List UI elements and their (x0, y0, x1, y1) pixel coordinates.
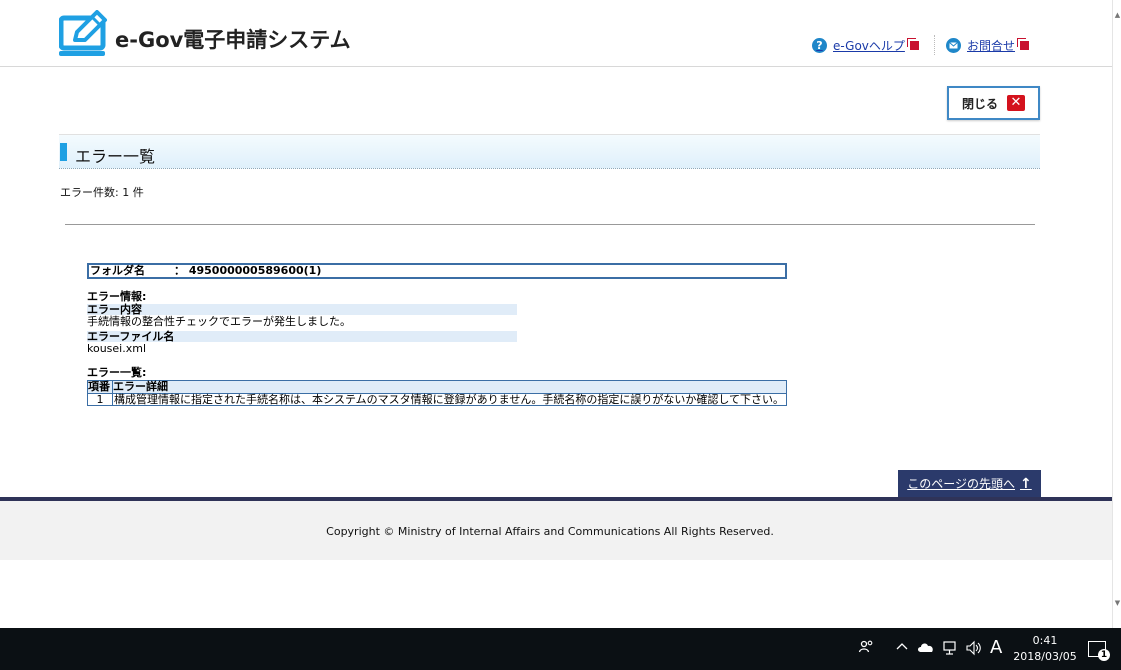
external-link-icon (909, 41, 919, 50)
help-link-label: e-Govヘルプ (833, 39, 905, 53)
error-content-text: 手続情報の整合性チェックでエラーが発生しました。 (87, 315, 351, 328)
arrow-up-icon: ↑ (1020, 475, 1032, 492)
contact-link[interactable]: お問合せ (946, 37, 1030, 54)
clock-date: 2018/03/05 (1013, 650, 1077, 663)
close-x-icon: ✕ (1007, 95, 1025, 111)
taskbar: A 0:41 2018/03/05 1 (0, 628, 1121, 670)
volume-icon[interactable] (965, 640, 983, 660)
header-divider (934, 35, 936, 55)
folder-label: フォルダ名 (90, 264, 145, 277)
vertical-scrollbar[interactable]: ▲ ▼ (1112, 0, 1121, 628)
site-header: e-Gov電子申請システム ? e-Govヘルプ お問合せ (0, 0, 1112, 67)
help-link[interactable]: ? e-Govヘルプ (812, 37, 919, 54)
chevron-up-icon[interactable] (896, 639, 908, 657)
ime-indicator[interactable]: A (990, 637, 1002, 658)
error-info-heading: エラー情報: (87, 290, 147, 303)
mail-icon (946, 38, 961, 53)
title-marker (60, 143, 67, 161)
help-icon: ? (812, 38, 827, 53)
network-icon[interactable] (942, 640, 958, 660)
footer: Copyright © Ministry of Internal Affairs… (0, 501, 1112, 560)
table-header-row: 項番 エラー詳細 (87, 380, 787, 394)
page-top-label: このページの先頭へ (907, 477, 1016, 491)
notification-icon[interactable]: 1 (1088, 641, 1110, 661)
clock-time: 0:41 (1032, 634, 1058, 647)
system-clock[interactable]: 0:41 2018/03/05 (1010, 633, 1080, 665)
page-title-bar: エラー一覧 (59, 134, 1040, 169)
error-content-label: エラー内容 (87, 304, 517, 315)
page-top-link[interactable]: このページの先頭へ ↑ (898, 470, 1041, 497)
close-button-label: 閉じる (961, 96, 998, 111)
error-table: 項番 エラー詳細 1 構成管理情報に指定された手続名称は、本システムのマスタ情報… (87, 380, 787, 406)
table-row: 1 構成管理情報に指定された手続名称は、本システムのマスタ情報に登録がありません… (87, 393, 787, 406)
page-title: エラー一覧 (75, 147, 156, 166)
column-header: 項番 (87, 380, 113, 394)
browser-page: e-Gov電子申請システム ? e-Govヘルプ お問合せ 閉じる ✕ エラー一… (0, 0, 1112, 628)
app-title: e-Gov電子申請システム (115, 28, 351, 52)
scroll-down-icon[interactable]: ▼ (1113, 598, 1121, 608)
people-icon[interactable] (858, 639, 874, 659)
row-detail: 構成管理情報に指定された手続名称は、本システムのマスタ情報に登録がありません。手… (112, 393, 787, 406)
scroll-up-icon[interactable]: ▲ (1113, 10, 1121, 20)
external-link-icon (1020, 41, 1030, 50)
divider (65, 224, 1035, 225)
folder-value: ： 495000000589600(1) (174, 264, 322, 277)
error-file-text: kousei.xml (87, 342, 147, 355)
contact-link-label: お問合せ (967, 39, 1016, 53)
error-file-label: エラーファイル名 (87, 331, 517, 342)
row-number: 1 (87, 393, 113, 406)
onedrive-icon[interactable] (917, 641, 935, 657)
error-count: エラー件数: 1 件 (60, 186, 144, 199)
egov-logo-icon (58, 10, 119, 60)
error-list-heading: エラー一覧: (87, 366, 147, 379)
notification-count: 1 (1098, 649, 1110, 661)
close-button[interactable]: 閉じる ✕ (947, 86, 1040, 120)
column-header: エラー詳細 (112, 380, 787, 394)
copyright: Copyright © Ministry of Internal Affairs… (326, 525, 774, 538)
folder-name-box: フォルダ名 ： 495000000589600(1) (87, 263, 787, 279)
